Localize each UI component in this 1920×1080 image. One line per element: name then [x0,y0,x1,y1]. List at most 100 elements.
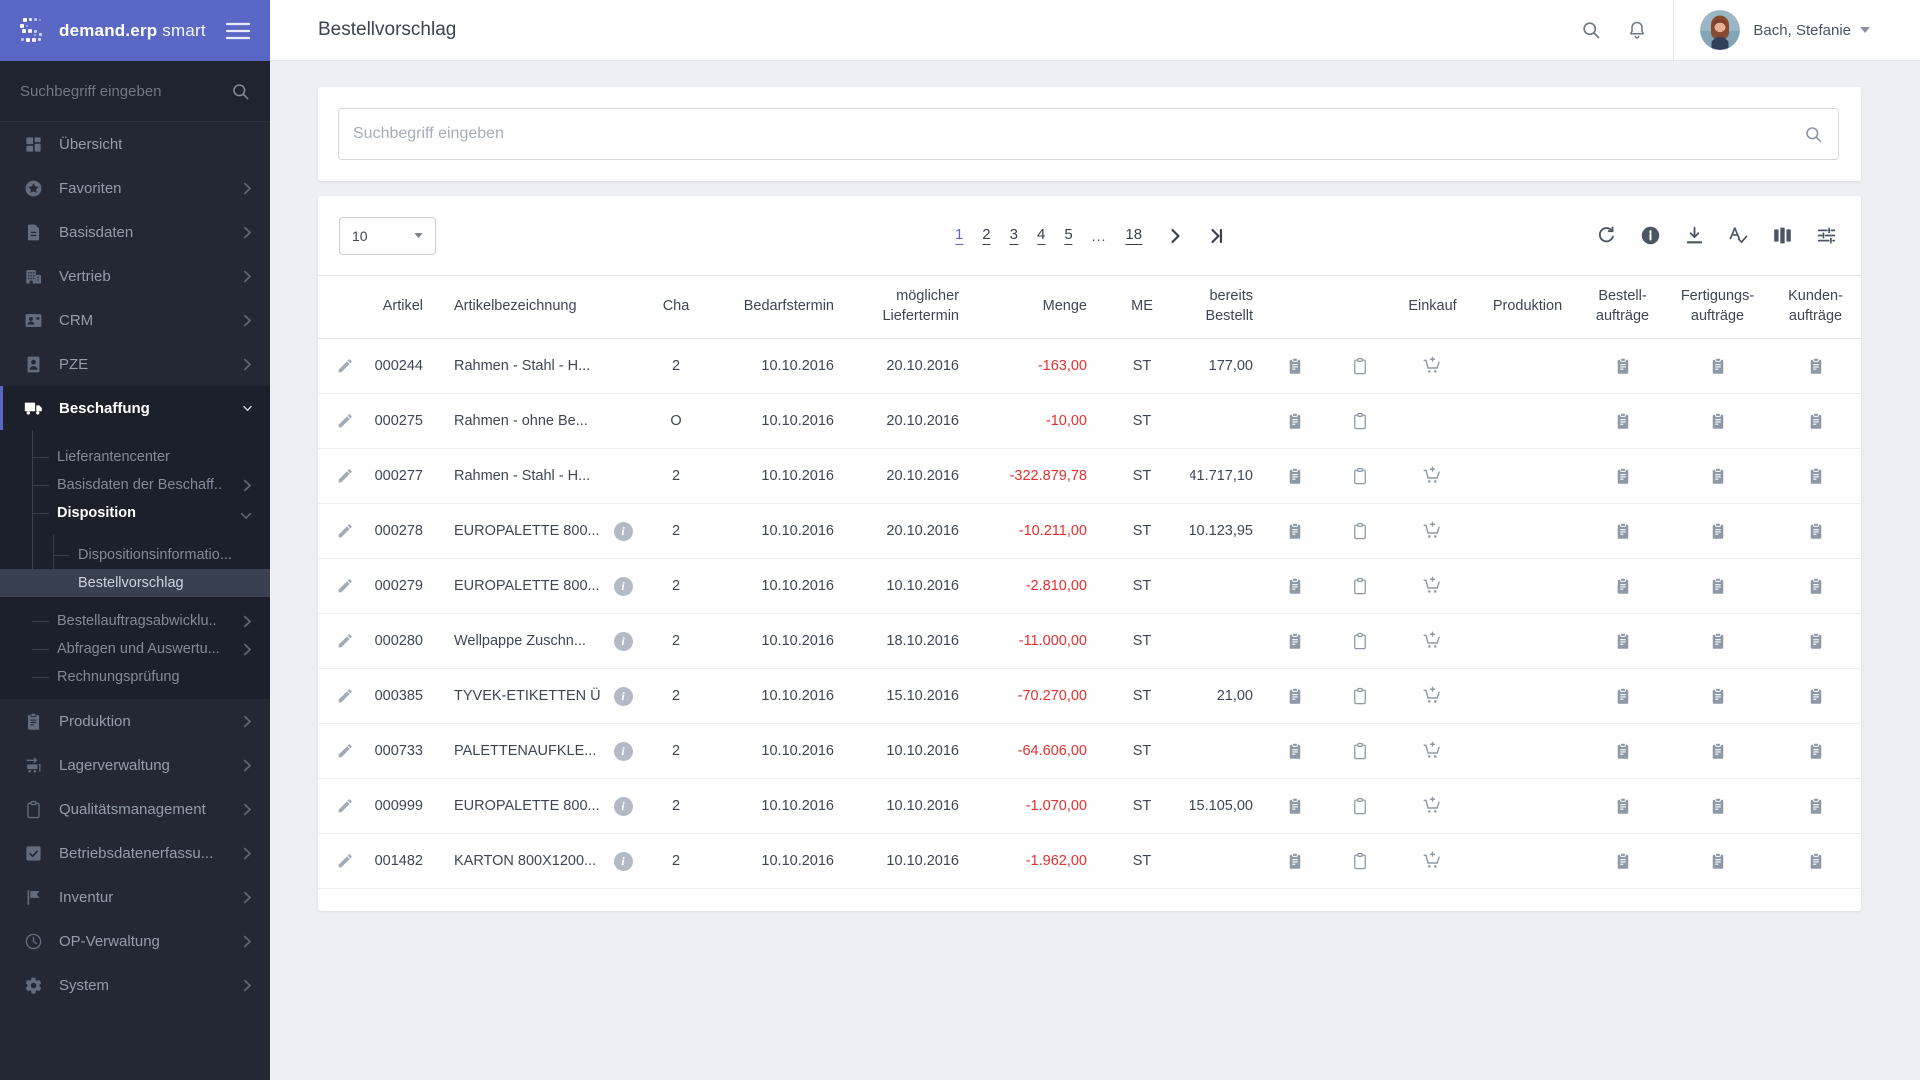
fertigungsauftraege-clipboard-icon[interactable] [1709,742,1727,760]
sidebar-item-favoriten[interactable]: Favoriten [0,166,270,210]
bestellauftraege-clipboard-icon[interactable] [1614,852,1632,870]
fertigungsauftraege-clipboard-icon[interactable] [1709,797,1727,815]
edit-pencil-icon[interactable] [336,687,354,705]
sidebar-item-op-verwaltung[interactable]: OP-Verwaltung [0,919,270,963]
kundenauftraege-clipboard-icon[interactable] [1807,467,1825,485]
cart-plus-icon[interactable] [1422,521,1443,542]
sidebar-subitem-bestellauftragsabwicklu[interactable]: Bestellauftragsabwicklu.. [0,607,270,635]
spellcheck-icon[interactable] [1728,225,1749,246]
edit-pencil-icon[interactable] [336,412,354,430]
search-icon[interactable] [1804,125,1823,144]
info-icon[interactable] [1640,225,1661,246]
clipboard-outline-icon[interactable] [1351,632,1369,650]
sidebar-item-beschaffung[interactable]: Beschaffung [0,386,270,430]
last-page-button[interactable] [1208,228,1224,244]
sidebar-subitem-abfragen-und-auswertu[interactable]: Abfragen und Auswertu... [0,635,270,663]
clipboard-filled-icon[interactable] [1286,467,1304,485]
fertigungsauftraege-clipboard-icon[interactable] [1709,412,1727,430]
clipboard-outline-icon[interactable] [1351,742,1369,760]
bestellauftraege-clipboard-icon[interactable] [1614,742,1632,760]
bestellauftraege-clipboard-icon[interactable] [1614,687,1632,705]
sidebar-search-input[interactable] [20,82,231,100]
fertigungsauftraege-clipboard-icon[interactable] [1709,577,1727,595]
clipboard-outline-icon[interactable] [1351,797,1369,815]
info-badge-icon[interactable]: i [613,851,633,871]
cart-plus-icon[interactable] [1422,576,1443,597]
search-icon[interactable] [231,82,250,101]
kundenauftraege-clipboard-icon[interactable] [1807,522,1825,540]
kundenauftraege-clipboard-icon[interactable] [1807,797,1825,815]
sidebar-item-crm[interactable]: CRM [0,298,270,342]
tune-icon[interactable] [1816,225,1837,246]
kundenauftraege-clipboard-icon[interactable] [1807,852,1825,870]
clipboard-filled-icon[interactable] [1286,797,1304,815]
bestellauftraege-clipboard-icon[interactable] [1614,357,1632,375]
fertigungsauftraege-clipboard-icon[interactable] [1709,852,1727,870]
bestellauftraege-clipboard-icon[interactable] [1614,412,1632,430]
info-badge-icon[interactable]: i [613,576,633,596]
refresh-icon[interactable] [1596,225,1617,246]
main-search-input[interactable] [339,109,1838,159]
sidebar-subitem-bestellvorschlag[interactable]: Bestellvorschlag [0,569,270,597]
clipboard-outline-icon[interactable] [1351,577,1369,595]
clipboard-filled-icon[interactable] [1286,522,1304,540]
cart-plus-icon[interactable] [1422,741,1443,762]
user-name[interactable]: Bach, Stefanie [1753,22,1851,39]
clipboard-filled-icon[interactable] [1286,357,1304,375]
bestellauftraege-clipboard-icon[interactable] [1614,797,1632,815]
page-link-5[interactable]: 5 [1064,226,1073,246]
clipboard-outline-icon[interactable] [1351,687,1369,705]
columns-icon[interactable] [1772,225,1793,246]
kundenauftraege-clipboard-icon[interactable] [1807,632,1825,650]
edit-pencil-icon[interactable] [336,357,354,375]
edit-pencil-icon[interactable] [336,742,354,760]
sidebar-item-übersicht[interactable]: Übersicht [0,122,270,166]
clipboard-outline-icon[interactable] [1351,522,1369,540]
kundenauftraege-clipboard-icon[interactable] [1807,742,1825,760]
sidebar-subitem-dispositionsinformatio[interactable]: Dispositionsinformatio... [0,541,270,569]
bestellauftraege-clipboard-icon[interactable] [1614,577,1632,595]
clipboard-outline-icon[interactable] [1351,467,1369,485]
clipboard-filled-icon[interactable] [1286,412,1304,430]
edit-pencil-icon[interactable] [336,467,354,485]
info-badge-icon[interactable]: i [613,796,633,816]
page-link-2[interactable]: 2 [982,226,991,246]
cart-plus-icon[interactable] [1422,796,1443,817]
bestellauftraege-clipboard-icon[interactable] [1614,632,1632,650]
kundenauftraege-clipboard-icon[interactable] [1807,412,1825,430]
sidebar-item-lagerverwaltung[interactable]: Lagerverwaltung [0,743,270,787]
sidebar-subitem-lieferantencenter[interactable]: Lieferantencenter [0,443,270,471]
kundenauftraege-clipboard-icon[interactable] [1807,577,1825,595]
edit-pencil-icon[interactable] [336,632,354,650]
per-page-select[interactable]: 10 [339,216,436,255]
cart-plus-icon[interactable] [1422,686,1443,707]
cart-plus-icon[interactable] [1422,631,1443,652]
info-badge-icon[interactable]: i [613,741,633,761]
clipboard-outline-icon[interactable] [1351,852,1369,870]
sidebar-subitem-basisdaten-der-beschaff[interactable]: Basisdaten der Beschaff.. [0,471,270,499]
sidebar-item-produktion[interactable]: Produktion [0,699,270,743]
edit-pencil-icon[interactable] [336,577,354,595]
edit-pencil-icon[interactable] [336,522,354,540]
clipboard-outline-icon[interactable] [1351,412,1369,430]
search-icon[interactable] [1581,20,1601,40]
sidebar-item-system[interactable]: System [0,963,270,1007]
page-link-4[interactable]: 4 [1036,226,1046,246]
notifications-bell-icon[interactable] [1627,20,1647,40]
kundenauftraege-clipboard-icon[interactable] [1807,687,1825,705]
sidebar-item-pze[interactable]: PZE [0,342,270,386]
sidebar-subitem-disposition[interactable]: Disposition [0,499,270,527]
bestellauftraege-clipboard-icon[interactable] [1614,522,1632,540]
page-link-1[interactable]: 1 [954,226,964,246]
sidebar-item-vertrieb[interactable]: Vertrieb [0,254,270,298]
bestellauftraege-clipboard-icon[interactable] [1614,467,1632,485]
hamburger-menu-icon[interactable] [225,22,251,40]
next-page-button[interactable] [1167,228,1183,244]
clipboard-outline-icon[interactable] [1351,357,1369,375]
cart-plus-icon[interactable] [1422,851,1443,872]
clipboard-filled-icon[interactable] [1286,852,1304,870]
cart-plus-icon[interactable] [1422,356,1443,377]
sidebar-item-inventur[interactable]: Inventur [0,875,270,919]
edit-pencil-icon[interactable] [336,797,354,815]
info-badge-icon[interactable]: i [613,521,633,541]
